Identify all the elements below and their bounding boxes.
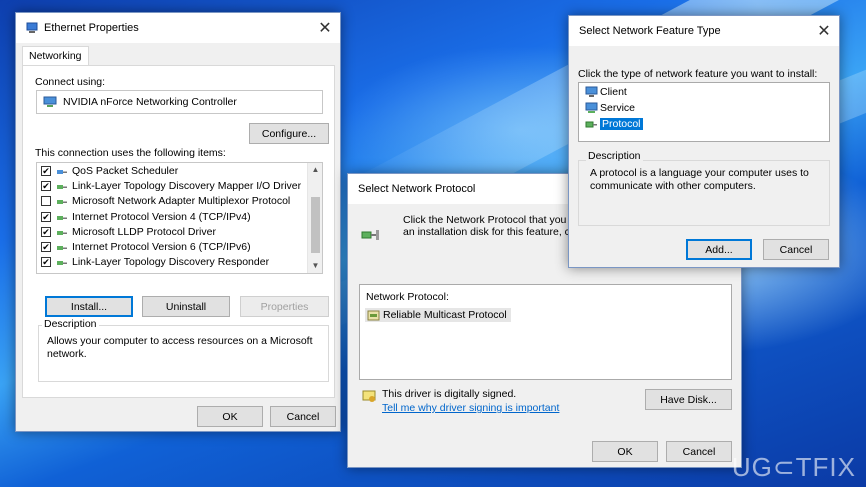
titlebar: Ethernet Properties ✕ [16,13,340,43]
window-title: Select Network Protocol [358,183,476,195]
network-adapter-icon [26,22,38,33]
list-item[interactable]: ✔ Link-Layer Topology Discovery Mapper I/… [37,178,322,193]
list-item[interactable]: Microsoft Network Adapter Multiplexor Pr… [37,194,322,209]
scroll-up-icon[interactable]: ▲ [308,163,322,177]
cancel-button[interactable]: Cancel [763,239,829,260]
network-adapter-icon [43,96,57,107]
install-button[interactable]: Install... [45,296,133,317]
items-list[interactable]: ✔ QoS Packet Scheduler ✔ Link-Layer Topolog… [36,162,323,274]
network-component-icon [57,215,67,220]
ok-button[interactable]: OK [592,441,658,462]
feature-service[interactable]: Service [585,102,635,114]
protocol-name: Reliable Multicast Protocol [383,309,507,321]
tab-panel: Connect using: NVIDIA nForce Networking … [22,65,335,398]
adapter-field: NVIDIA nForce Networking Controller [36,90,323,114]
list-scrollbar[interactable]: ▲ ▼ [307,163,322,273]
list-item[interactable]: ✔ Internet Protocol Version 4 (TCP/IPv4) [37,209,322,224]
list-item[interactable]: Reliable Multicast Protocol [365,308,511,322]
tab-networking[interactable]: Networking [22,46,89,66]
description-title: Description [42,318,99,330]
item-checkbox[interactable]: ✔ [41,257,51,268]
item-label: Link-Layer Topology Discovery Mapper I/O… [72,179,302,192]
network-component-icon [57,246,67,251]
have-disk-button[interactable]: Have Disk... [645,389,732,410]
adapter-name: NVIDIA nForce Networking Controller [63,96,237,108]
connect-using-label: Connect using: [35,76,106,88]
description-text: A protocol is a language your computer u… [590,167,809,192]
window-title: Select Network Feature Type [579,25,721,37]
feature-list[interactable]: Client Service Protocol [578,82,830,142]
ok-button[interactable]: OK [197,406,263,427]
item-label: Microsoft LLDP Protocol Driver [72,225,216,238]
item-checkbox[interactable]: ✔ [41,242,51,253]
protocol-list[interactable]: Network Protocol: Reliable Multicast Pro… [359,284,732,380]
signed-text: This driver is digitally signed. [382,388,517,400]
feature-protocol[interactable]: Protocol [585,118,643,130]
protocol-icon [367,310,380,320]
watermark: UG⊂TFIX [731,452,856,482]
service-icon [585,102,598,113]
close-button[interactable]: ✕ [809,16,839,46]
item-label: Link-Layer Topology Discovery Responder [72,256,270,269]
close-button[interactable]: ✕ [310,13,340,43]
cancel-button[interactable]: Cancel [270,406,336,427]
item-label: Microsoft Network Adapter Multiplexor Pr… [72,195,291,208]
properties-button[interactable]: Properties [240,296,329,317]
list-item[interactable]: ✔ Internet Protocol Version 6 (TCP/IPv6) [37,239,322,254]
protocol-plug-icon [361,230,379,240]
titlebar: Select Network Feature Type ✕ [569,16,839,46]
item-checkbox[interactable] [41,196,51,207]
computer-icon [585,86,598,97]
item-label: Internet Protocol Version 6 (TCP/IPv6) [72,241,251,254]
add-button[interactable]: Add... [686,239,752,260]
network-component-icon [57,184,67,189]
configure-button[interactable]: Configure... [249,123,329,144]
select-network-feature-type-window: Select Network Feature Type ✕ Click the … [568,15,840,268]
network-component-icon [57,169,67,174]
uninstall-button[interactable]: Uninstall [142,296,230,317]
ethernet-properties-window: Ethernet Properties ✕ Networking Connect… [15,12,341,432]
feature-client[interactable]: Client [585,86,627,98]
item-checkbox[interactable]: ✔ [41,165,51,176]
list-item[interactable]: ✔ Microsoft LLDP Protocol Driver [37,224,322,239]
scroll-thumb[interactable] [311,197,320,253]
cancel-button[interactable]: Cancel [666,441,732,462]
item-checkbox[interactable]: ✔ [41,226,51,237]
item-checkbox[interactable]: ✔ [41,180,51,191]
network-component-icon [57,200,67,205]
item-checkbox[interactable]: ✔ [41,211,51,222]
window-title: Ethernet Properties [44,22,139,34]
instructions-line2: an installation disk for this feature, c… [403,226,586,238]
feature-prompt: Click the type of network feature you wa… [578,68,818,80]
description-text: Allows your computer to access resources… [47,335,313,360]
item-label: QoS Packet Scheduler [72,164,179,177]
protocol-list-label: Network Protocol: [366,291,449,303]
network-component-icon [57,230,67,235]
network-component-icon [57,261,67,266]
list-item[interactable]: ✔ QoS Packet Scheduler [37,163,322,178]
certificate-icon [362,390,376,402]
description-title: Description [586,150,643,162]
driver-signing-link[interactable]: Tell me why driver signing is important [382,402,559,414]
protocol-plug-icon [585,121,597,128]
item-label: Internet Protocol Version 4 (TCP/IPv4) [72,210,251,223]
scroll-down-icon[interactable]: ▼ [308,259,322,273]
list-item[interactable]: ✔ Link-Layer Topology Discovery Responder [37,255,322,270]
instructions-line1: Click the Network Protocol that you wa [403,214,583,226]
items-label: This connection uses the following items… [35,147,226,159]
